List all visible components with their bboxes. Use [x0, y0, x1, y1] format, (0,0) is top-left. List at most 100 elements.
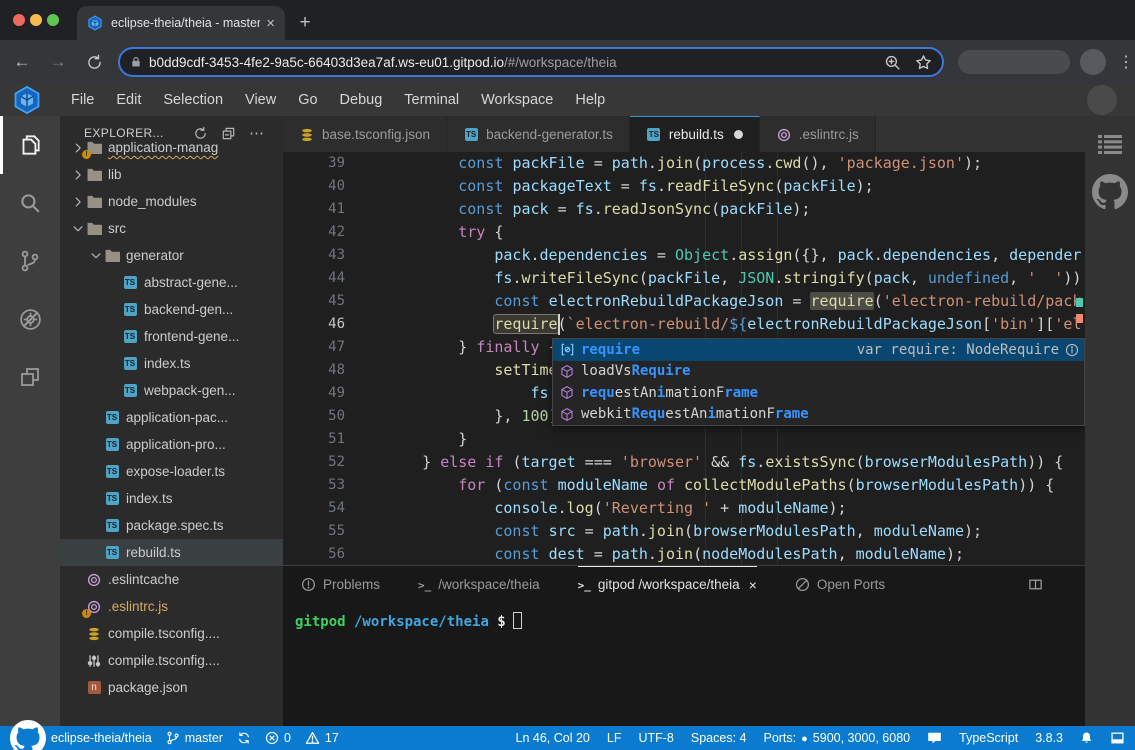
line-number: 49	[283, 382, 345, 405]
status-errors[interactable]: 0	[265, 731, 291, 745]
problems-icon	[301, 577, 316, 592]
editor-tab-rebuild-ts[interactable]: TSrebuild.ts	[630, 116, 760, 152]
status-notifications[interactable]	[1080, 731, 1093, 745]
browser-tab[interactable]: eclipse-theia/theia - master ×	[77, 6, 285, 40]
suggest-item[interactable]: requestAnimationFrame	[553, 382, 1084, 404]
folder-icon: !	[86, 140, 102, 156]
browser-toolbar: ← → b0dd9cdf-3453-4fe2-9a5c-66403d3ea7af…	[0, 40, 1135, 84]
user-avatar[interactable]	[1087, 85, 1117, 115]
tree-item-generator[interactable]: generator	[60, 242, 283, 269]
activity-explorer[interactable]	[0, 116, 60, 174]
feedback-icon	[927, 731, 942, 745]
tree-item-package-json[interactable]: npackage.json	[60, 674, 283, 701]
status-repo[interactable]: eclipse-theia/theia	[10, 720, 152, 750]
panel-tab-open-ports[interactable]: Open Ports	[795, 566, 885, 602]
menu-go[interactable]: Go	[287, 84, 328, 116]
panel-tab-problems[interactable]: Problems	[301, 566, 380, 602]
tree-item-expose-loader-ts[interactable]: TSexpose-loader.ts	[60, 458, 283, 485]
tree-item-application-pac[interactable]: TSapplication-pac...	[60, 404, 283, 431]
activity-source-control[interactable]	[0, 232, 60, 290]
code-line-41: 41 const pack = fs.readJsonSync(packFile…	[283, 198, 1085, 221]
new-tab-button[interactable]: +	[292, 10, 318, 36]
code-editor[interactable]: 39 const packFile = path.join(process.cw…	[283, 152, 1085, 565]
rightbar-github[interactable]	[1092, 174, 1128, 210]
panel-tab-gitpod-workspace-theia[interactable]: >_ gitpod /workspace/theia ×	[578, 566, 757, 602]
activity-bar	[0, 116, 60, 726]
status-encoding[interactable]: UTF-8	[638, 731, 673, 745]
status-language[interactable]: TypeScript	[959, 731, 1018, 745]
menu-debug[interactable]: Debug	[329, 84, 394, 116]
notifications-icon	[1080, 731, 1093, 745]
close-icon[interactable]: ×	[749, 577, 757, 593]
line-number: 48	[283, 359, 345, 382]
activity-debug[interactable]	[0, 290, 60, 348]
window-minimize-button[interactable]	[30, 14, 42, 26]
folder-icon	[86, 194, 102, 210]
browser-profile-avatar[interactable]	[1080, 49, 1106, 75]
chevron-right-icon	[70, 195, 86, 209]
editor-tab-eslintrc-js[interactable]: .eslintrc.js	[760, 116, 876, 152]
activity-search[interactable]	[0, 174, 60, 232]
status-eol[interactable]: LF	[607, 731, 622, 745]
suggest-item[interactable]: requirevar require: NodeRequire	[553, 339, 1084, 361]
menu-help[interactable]: Help	[564, 84, 616, 116]
window-close-button[interactable]	[13, 14, 25, 26]
tree-item-package-spec-ts[interactable]: TSpackage.spec.ts	[60, 512, 283, 539]
back-button[interactable]: ←	[8, 48, 36, 76]
status-ports[interactable]: Ports:●5900, 3000, 6080	[763, 731, 910, 745]
activity-plugins[interactable]	[0, 348, 60, 406]
code-line-39: 39 const packFile = path.join(process.cw…	[283, 152, 1085, 175]
tree-item-lib[interactable]: lib	[60, 161, 283, 188]
terminal-prompt-symbol: $	[489, 614, 506, 630]
tree-item-rebuild-ts[interactable]: TSrebuild.ts	[60, 539, 283, 566]
terminal-path: /workspace/theia	[346, 614, 489, 630]
reload-button[interactable]	[80, 48, 108, 76]
tree-item-backend-gen[interactable]: TSbackend-gen...	[60, 296, 283, 323]
status-cursor-position[interactable]: Ln 46, Col 20	[516, 731, 590, 745]
tree-item-eslintcache[interactable]: .eslintcache	[60, 566, 283, 593]
tree-item-index-ts[interactable]: TSindex.ts	[60, 485, 283, 512]
status-sync[interactable]	[237, 731, 251, 745]
menu-view[interactable]: View	[234, 84, 287, 116]
status-toggle-panel[interactable]	[1110, 731, 1125, 745]
sync-icon	[237, 731, 251, 745]
split-terminal-icon[interactable]	[1028, 577, 1043, 592]
panel-tab-workspace-theia[interactable]: >_ /workspace/theia	[418, 566, 540, 602]
suggest-item[interactable]: webkitRequestAnimationFrame	[553, 404, 1084, 426]
menu-edit[interactable]: Edit	[105, 84, 152, 116]
status-branch[interactable]: master	[166, 731, 223, 745]
terminal[interactable]: gitpod /workspace/theia $	[295, 612, 1085, 630]
status-ts-version[interactable]: 3.8.3	[1035, 731, 1063, 745]
url-bar[interactable]: b0dd9cdf-3453-4fe2-9a5c-66403d3ea7af.ws-…	[118, 47, 944, 77]
tree-item-compile-tsconfig[interactable]: compile.tsconfig....	[60, 620, 283, 647]
bookmark-star-icon[interactable]	[915, 54, 932, 71]
status-warnings[interactable]: 17	[305, 731, 339, 745]
tree-item-node-modules[interactable]: node_modules	[60, 188, 283, 215]
tree-item-src[interactable]: src	[60, 215, 283, 242]
suggest-item[interactable]: loadVsRequire	[553, 361, 1084, 383]
line-number: 51	[283, 428, 345, 451]
window-zoom-button[interactable]	[47, 14, 59, 26]
browser-menu-icon[interactable]: ⋮	[1118, 52, 1134, 72]
editor-tab-backend-generator-ts[interactable]: TSbackend-generator.ts	[447, 116, 630, 152]
menu-terminal[interactable]: Terminal	[393, 84, 470, 116]
zoom-icon[interactable]	[884, 54, 901, 71]
menu-selection[interactable]: Selection	[152, 84, 234, 116]
forward-button[interactable]: →	[44, 48, 72, 76]
status-indentation[interactable]: Spaces: 4	[691, 731, 747, 745]
rightbar-outline[interactable]	[1097, 134, 1123, 156]
tree-item-compile-tsconfig[interactable]: compile.tsconfig....	[60, 647, 283, 674]
tree-item-application-manag[interactable]: !application-manag	[60, 134, 283, 161]
tree-item-frontend-gene[interactable]: TSfrontend-gene...	[60, 323, 283, 350]
tree-item-eslintrc-js[interactable]: !.eslintrc.js	[60, 593, 283, 620]
tree-item-abstract-gene[interactable]: TSabstract-gene...	[60, 269, 283, 296]
status-feedback[interactable]	[927, 731, 942, 745]
tree-item-webpack-gen[interactable]: TSwebpack-gen...	[60, 377, 283, 404]
tree-item-index-ts[interactable]: TSindex.ts	[60, 350, 283, 377]
chevron-right-icon	[70, 168, 86, 182]
menu-file[interactable]: File	[60, 84, 105, 116]
menu-workspace[interactable]: Workspace	[470, 84, 564, 116]
tree-item-application-pro[interactable]: TSapplication-pro...	[60, 431, 283, 458]
tab-close-icon[interactable]: ×	[266, 15, 275, 32]
editor-tab-base-tsconfig-json[interactable]: base.tsconfig.json	[283, 116, 447, 152]
